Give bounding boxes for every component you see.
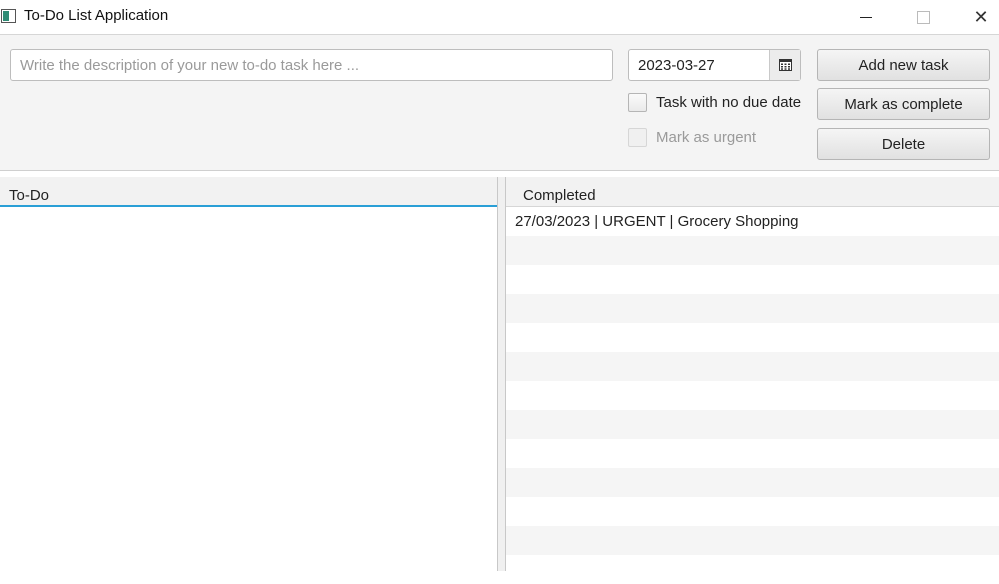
close-icon: ✕ [973,6,989,28]
due-date-picker[interactable] [628,49,801,81]
no-due-date-checkbox[interactable] [628,93,647,112]
empty-row [506,410,999,439]
maximize-button[interactable] [895,0,951,34]
no-due-date-label: Task with no due date [656,94,802,111]
empty-row [506,294,999,323]
task-toolbar: Task with no due date Mark as urgent Add… [0,34,999,171]
delete-button[interactable]: Delete [817,128,990,160]
mark-complete-button[interactable]: Mark as complete [817,88,990,120]
empty-row [506,323,999,352]
split-divider[interactable] [497,177,506,571]
empty-row [506,439,999,468]
empty-row [506,468,999,497]
completed-rows: 27/03/2023 | URGENT | Grocery Shopping [506,207,999,584]
task-lists: To-Do Completed 27/03/2023 | URGENT | Gr… [0,171,999,571]
completed-header: Completed [506,177,999,207]
mark-urgent-option[interactable]: Mark as urgent [628,128,756,147]
app-icon [1,9,16,23]
empty-row [506,236,999,265]
window-title: To-Do List Application [24,7,169,24]
maximize-icon [916,10,930,24]
empty-row [506,526,999,555]
empty-row [506,497,999,526]
empty-row [506,381,999,410]
mark-urgent-checkbox[interactable] [628,128,647,147]
minimize-icon [860,16,872,18]
completed-list[interactable]: Completed 27/03/2023 | URGENT | Grocery … [506,171,999,571]
todo-header: To-Do [0,177,497,207]
close-button[interactable]: ✕ [953,0,999,34]
empty-row [506,555,999,584]
calendar-button[interactable] [769,50,800,80]
due-date-input[interactable] [629,50,769,80]
todo-list[interactable]: To-Do [0,171,497,571]
minimize-button[interactable] [838,0,894,34]
no-due-date-option[interactable]: Task with no due date [628,93,801,112]
title-bar: To-Do List Application ✕ [0,0,999,34]
empty-row [506,352,999,381]
mark-urgent-label: Mark as urgent [656,129,757,146]
empty-row [506,265,999,294]
list-item[interactable]: 27/03/2023 | URGENT | Grocery Shopping [506,207,999,236]
calendar-icon [778,59,792,71]
add-task-button[interactable]: Add new task [817,49,990,81]
task-description-input[interactable] [10,49,613,81]
